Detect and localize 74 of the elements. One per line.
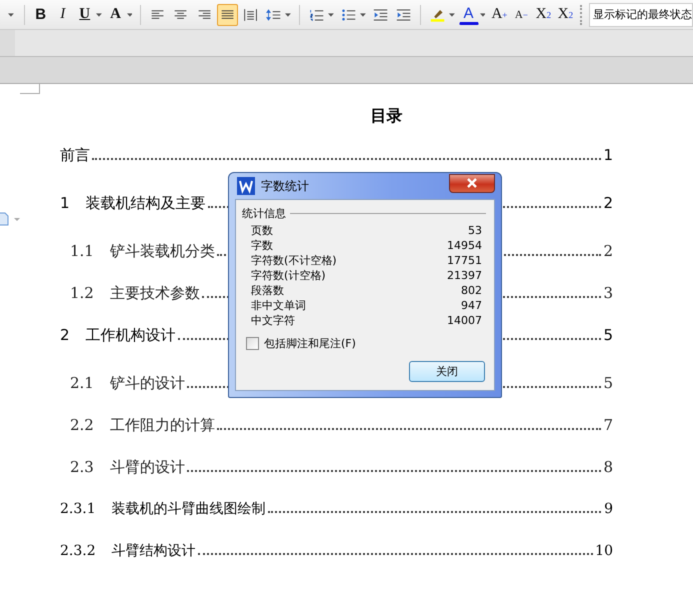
close-icon [465, 178, 479, 188]
toc-number: 2.2 [70, 416, 94, 434]
toc-page-number: 7 [603, 416, 613, 434]
toc-number: 1.1 [70, 242, 94, 260]
toc-entry-title: 前言 [60, 146, 90, 165]
toc-entry-title: 装载机的斗臂曲线图绘制 [112, 500, 266, 518]
stat-label: 页数 [251, 223, 273, 238]
toc-number: 2.3.1 [60, 501, 96, 517]
stat-value: 17751 [447, 253, 482, 268]
caret-icon[interactable] [328, 12, 334, 16]
toc-number: 1.2 [70, 284, 94, 302]
toc-page-number: 9 [603, 501, 613, 517]
dialog-title: 字数统计 [261, 178, 309, 194]
toc-entry-title: 主要技术参数 [110, 284, 200, 303]
page-corner-mark [20, 84, 40, 94]
stat-value: 947 [461, 298, 482, 313]
caret-icon[interactable] [448, 12, 455, 16]
stat-value: 14007 [447, 313, 482, 328]
toc-number: 2.1 [70, 374, 94, 392]
stat-label: 字符数(计空格) [251, 268, 326, 283]
toc-number: 1 [60, 194, 70, 212]
font-color-button[interactable]: A [458, 4, 479, 24]
stat-value: 14954 [447, 238, 482, 253]
effect-button[interactable]: A [106, 4, 126, 26]
outdent-icon [372, 6, 388, 22]
toc-entry-title: 斗臂结构设计 [112, 542, 196, 560]
caret-icon[interactable] [480, 12, 486, 16]
checkbox-label[interactable]: 包括脚注和尾注(F) [264, 336, 356, 351]
toc-page-number: 8 [603, 458, 613, 476]
stat-value: 802 [461, 283, 482, 298]
toc-page-number: 5 [603, 326, 613, 344]
bold-button[interactable]: B [30, 4, 51, 26]
line-spacing-icon [266, 6, 281, 22]
app-logo-icon [237, 177, 255, 195]
toc-page-number: 10 [595, 543, 613, 559]
underline-button[interactable]: U [74, 4, 95, 26]
stat-label: 字数 [251, 238, 273, 253]
justify-button[interactable] [216, 4, 238, 26]
toc-number: 2.3 [70, 458, 94, 476]
stat-label: 中文字符 [251, 313, 295, 328]
stat-label: 非中文单词 [251, 298, 306, 313]
bullets-icon [340, 6, 356, 22]
stat-value: 21397 [447, 268, 482, 283]
toc-entry-title: 工作阻力的计算 [110, 416, 215, 435]
checkbox[interactable] [246, 337, 259, 350]
stat-value: 53 [468, 223, 482, 238]
document-icon[interactable] [0, 212, 22, 226]
italic-button[interactable]: I [52, 4, 73, 26]
markup-view-dropdown[interactable]: 显示标记的最终状态 [589, 2, 693, 26]
toc-page-number: 1 [603, 146, 613, 164]
distribute-icon [242, 6, 258, 22]
caret-icon[interactable] [360, 12, 366, 16]
toc-page-number: 2 [603, 194, 613, 212]
caret-icon[interactable] [126, 12, 132, 16]
close-dialog-button[interactable]: 关闭 [409, 361, 485, 382]
toc-entry-title: 斗臂的设计 [110, 458, 185, 477]
group-label: 统计信息 [242, 206, 286, 221]
caret-icon[interactable] [8, 12, 14, 16]
toc-entry-title: 装载机结构及主要 [86, 194, 206, 213]
toc-number: 2 [60, 326, 70, 344]
caret-icon[interactable] [96, 12, 102, 16]
toc-entry-title: 工作机构设计 [86, 326, 176, 345]
toc-title: 目录 [370, 106, 404, 127]
indent-icon [396, 6, 411, 22]
toc-page-number: 3 [603, 284, 613, 302]
toc-number: 2.3.2 [60, 543, 96, 559]
close-button[interactable] [449, 174, 495, 192]
toc-entry-title: 铲斗的设计 [110, 374, 185, 393]
toc-entry-title: 铲斗装载机分类 [110, 242, 215, 261]
toc-page-number: 2 [603, 242, 613, 260]
toc-page-number: 5 [603, 374, 613, 392]
caret-icon[interactable] [284, 12, 291, 16]
stat-label: 字符数(不计空格) [251, 253, 337, 268]
stat-label: 段落数 [251, 283, 284, 298]
